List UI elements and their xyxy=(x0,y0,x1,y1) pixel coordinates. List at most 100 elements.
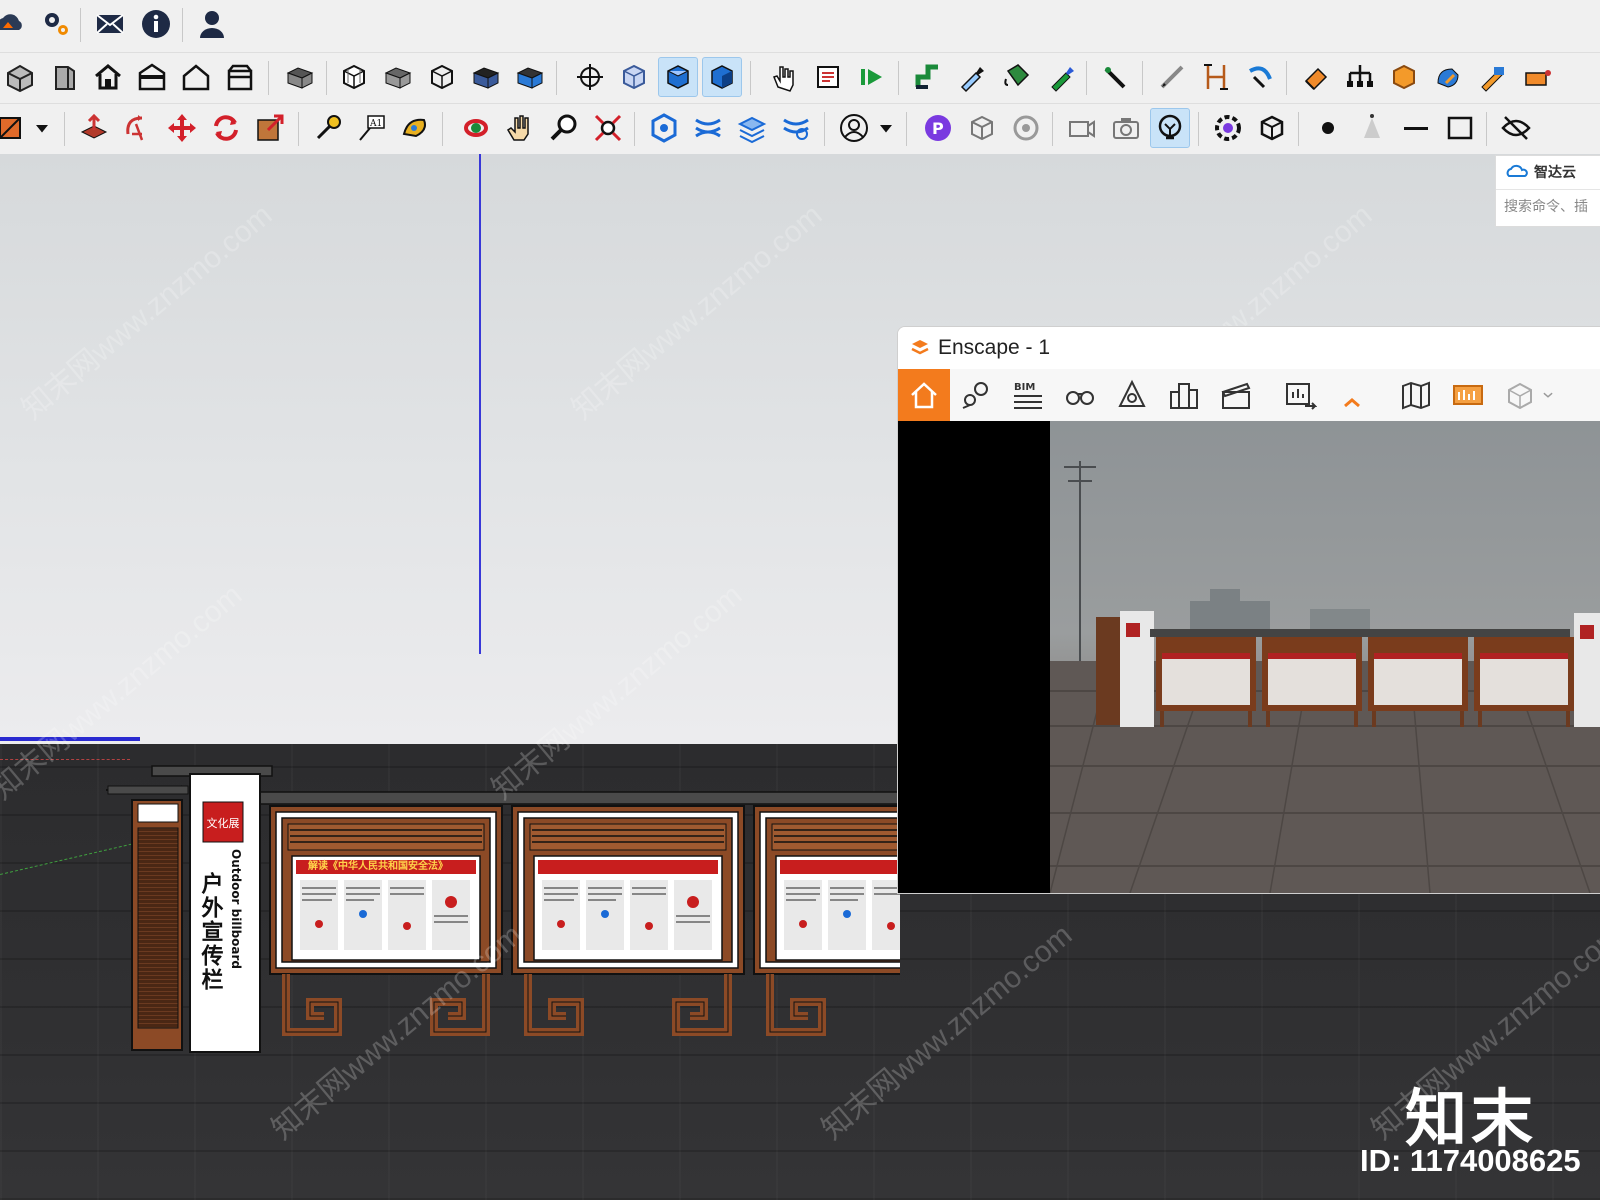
enscape-sun-button[interactable] xyxy=(1108,371,1156,419)
zoom-extents-icon[interactable] xyxy=(588,108,628,148)
enscape-render-view[interactable] xyxy=(898,421,1600,893)
shadow-icon[interactable] xyxy=(466,57,506,97)
orbit-tool-icon[interactable] xyxy=(456,108,496,148)
zhida-cloud-panel: 智达云 搜索命令、插 xyxy=(1495,155,1600,227)
cube-arrow-icon[interactable] xyxy=(1252,108,1292,148)
enscape-collapse-button[interactable] xyxy=(1328,371,1376,419)
scale-tool-icon[interactable] xyxy=(250,108,290,148)
dimension-icon[interactable] xyxy=(1196,57,1236,97)
enscape-home-button[interactable] xyxy=(898,369,950,421)
box-material-icon[interactable] xyxy=(1384,57,1424,97)
hidden-line-icon[interactable] xyxy=(614,57,654,97)
toolbar-area: A1 P xyxy=(0,0,1600,155)
outliner-icon[interactable] xyxy=(422,57,462,97)
gear-flower-icon[interactable] xyxy=(1208,108,1248,148)
shape-icon[interactable] xyxy=(1428,57,1468,97)
enscape-asset-button[interactable] xyxy=(1444,371,1492,419)
pan-tool-icon[interactable] xyxy=(500,108,540,148)
user-icon[interactable] xyxy=(192,4,232,44)
house-outline-icon[interactable] xyxy=(176,57,216,97)
dropdown-caret-icon[interactable] xyxy=(874,108,898,148)
section-plane-icon[interactable] xyxy=(334,57,374,97)
material-picker-icon[interactable] xyxy=(1040,57,1080,97)
shaded-icon[interactable] xyxy=(658,57,698,97)
cone-icon[interactable] xyxy=(1352,108,1392,148)
render-preview-image xyxy=(1050,421,1600,893)
rotate-tool-icon[interactable] xyxy=(118,108,158,148)
settings-gears-icon[interactable] xyxy=(36,4,76,44)
component-icon[interactable] xyxy=(378,57,418,97)
paint-icon[interactable] xyxy=(396,108,436,148)
cube-red-icon[interactable] xyxy=(1516,57,1556,97)
square-icon[interactable] xyxy=(1440,108,1480,148)
buildings-icon xyxy=(1170,383,1198,409)
line-tool-icon[interactable] xyxy=(1152,57,1192,97)
mail-icon[interactable] xyxy=(90,4,130,44)
zoom-tool-icon[interactable] xyxy=(544,108,584,148)
enscape-buildings-button[interactable] xyxy=(1160,371,1208,419)
dropdown-caret-icon[interactable] xyxy=(30,108,54,148)
chevron-down-icon[interactable] xyxy=(1538,371,1558,419)
map-icon xyxy=(1402,381,1430,410)
textured-icon[interactable] xyxy=(702,57,742,97)
info-icon[interactable] xyxy=(136,4,176,44)
eyedropper-icon[interactable] xyxy=(952,57,992,97)
move-tool-icon[interactable] xyxy=(162,108,202,148)
home-view-icon[interactable] xyxy=(88,57,128,97)
enscape-titlebar[interactable]: Enscape - 1 xyxy=(898,327,1600,369)
push-pull-icon[interactable] xyxy=(74,108,114,148)
enscape-clapper-button[interactable] xyxy=(1212,371,1260,419)
hand-select-icon[interactable] xyxy=(764,57,804,97)
paint-bucket-icon[interactable] xyxy=(996,57,1036,97)
point-icon[interactable] xyxy=(1308,108,1348,148)
eraser-icon[interactable] xyxy=(1296,57,1336,97)
trim-icon[interactable] xyxy=(776,108,816,148)
enscape-map-button[interactable] xyxy=(1392,371,1440,419)
front-view-icon[interactable] xyxy=(44,57,84,97)
eye-hidden-icon[interactable] xyxy=(1496,108,1536,148)
group-icon[interactable] xyxy=(280,57,320,97)
blue-axis-line xyxy=(479,154,481,654)
user-circle-icon[interactable] xyxy=(834,108,874,148)
enscape-binoculars-button[interactable] xyxy=(1056,371,1104,419)
tape-measure-icon[interactable] xyxy=(308,108,348,148)
tree-structure-icon[interactable] xyxy=(1340,57,1380,97)
solid-tools-icon[interactable] xyxy=(644,108,684,148)
enscape-cube-button[interactable] xyxy=(1496,371,1544,419)
arc-arrow-icon[interactable] xyxy=(1240,57,1280,97)
refresh-icon[interactable] xyxy=(206,108,246,148)
zhida-search-input[interactable]: 搜索命令、插 xyxy=(1504,196,1588,216)
layers-icon[interactable] xyxy=(732,108,772,148)
enscape-window[interactable]: Enscape - 1 BIM xyxy=(897,326,1600,894)
bim-icon: BIM xyxy=(1014,382,1042,409)
enscape-bim-button[interactable]: BIM xyxy=(1004,371,1052,419)
camera-video-icon[interactable] xyxy=(1062,108,1102,148)
rectangle-tool-icon[interactable] xyxy=(0,108,32,148)
cloud-upload-icon[interactable] xyxy=(0,4,30,44)
brush-icon[interactable] xyxy=(1096,57,1136,97)
orbit-icon[interactable] xyxy=(570,57,610,97)
box-view-icon[interactable] xyxy=(962,108,1002,148)
front-elevation-icon[interactable] xyxy=(132,57,172,97)
camera-photo-icon[interactable] xyxy=(1106,108,1146,148)
fog-icon[interactable] xyxy=(510,57,550,97)
asset-library-icon xyxy=(1453,385,1483,405)
plugin-p-icon[interactable]: P xyxy=(918,108,958,148)
play-scene-icon[interactable] xyxy=(852,57,892,97)
enscape-location-button[interactable] xyxy=(952,371,1000,419)
enscape-export-button[interactable] xyxy=(1276,371,1324,419)
notes-icon[interactable] xyxy=(808,57,848,97)
pencil-rect-icon[interactable] xyxy=(1472,57,1512,97)
toolbar-row-tools: A1 P xyxy=(0,103,1600,152)
follow-me-icon[interactable] xyxy=(908,57,948,97)
rotate-view-icon[interactable] xyxy=(1006,108,1046,148)
enscape-title: Enscape - 1 xyxy=(938,336,1051,359)
intersect-icon[interactable] xyxy=(688,108,728,148)
minus-icon[interactable] xyxy=(1396,108,1436,148)
light-bulb-icon[interactable] xyxy=(1150,108,1190,148)
text-label-icon[interactable]: A1 xyxy=(352,108,392,148)
billboard-model[interactable]: 文化展 户外宣传栏 Outdoor billboard 解读《中华人民共和国安全… xyxy=(0,604,900,1054)
zhida-title-label: 智达云 xyxy=(1534,164,1576,180)
iso-view-icon[interactable] xyxy=(0,57,40,97)
back-view-icon[interactable] xyxy=(220,57,260,97)
